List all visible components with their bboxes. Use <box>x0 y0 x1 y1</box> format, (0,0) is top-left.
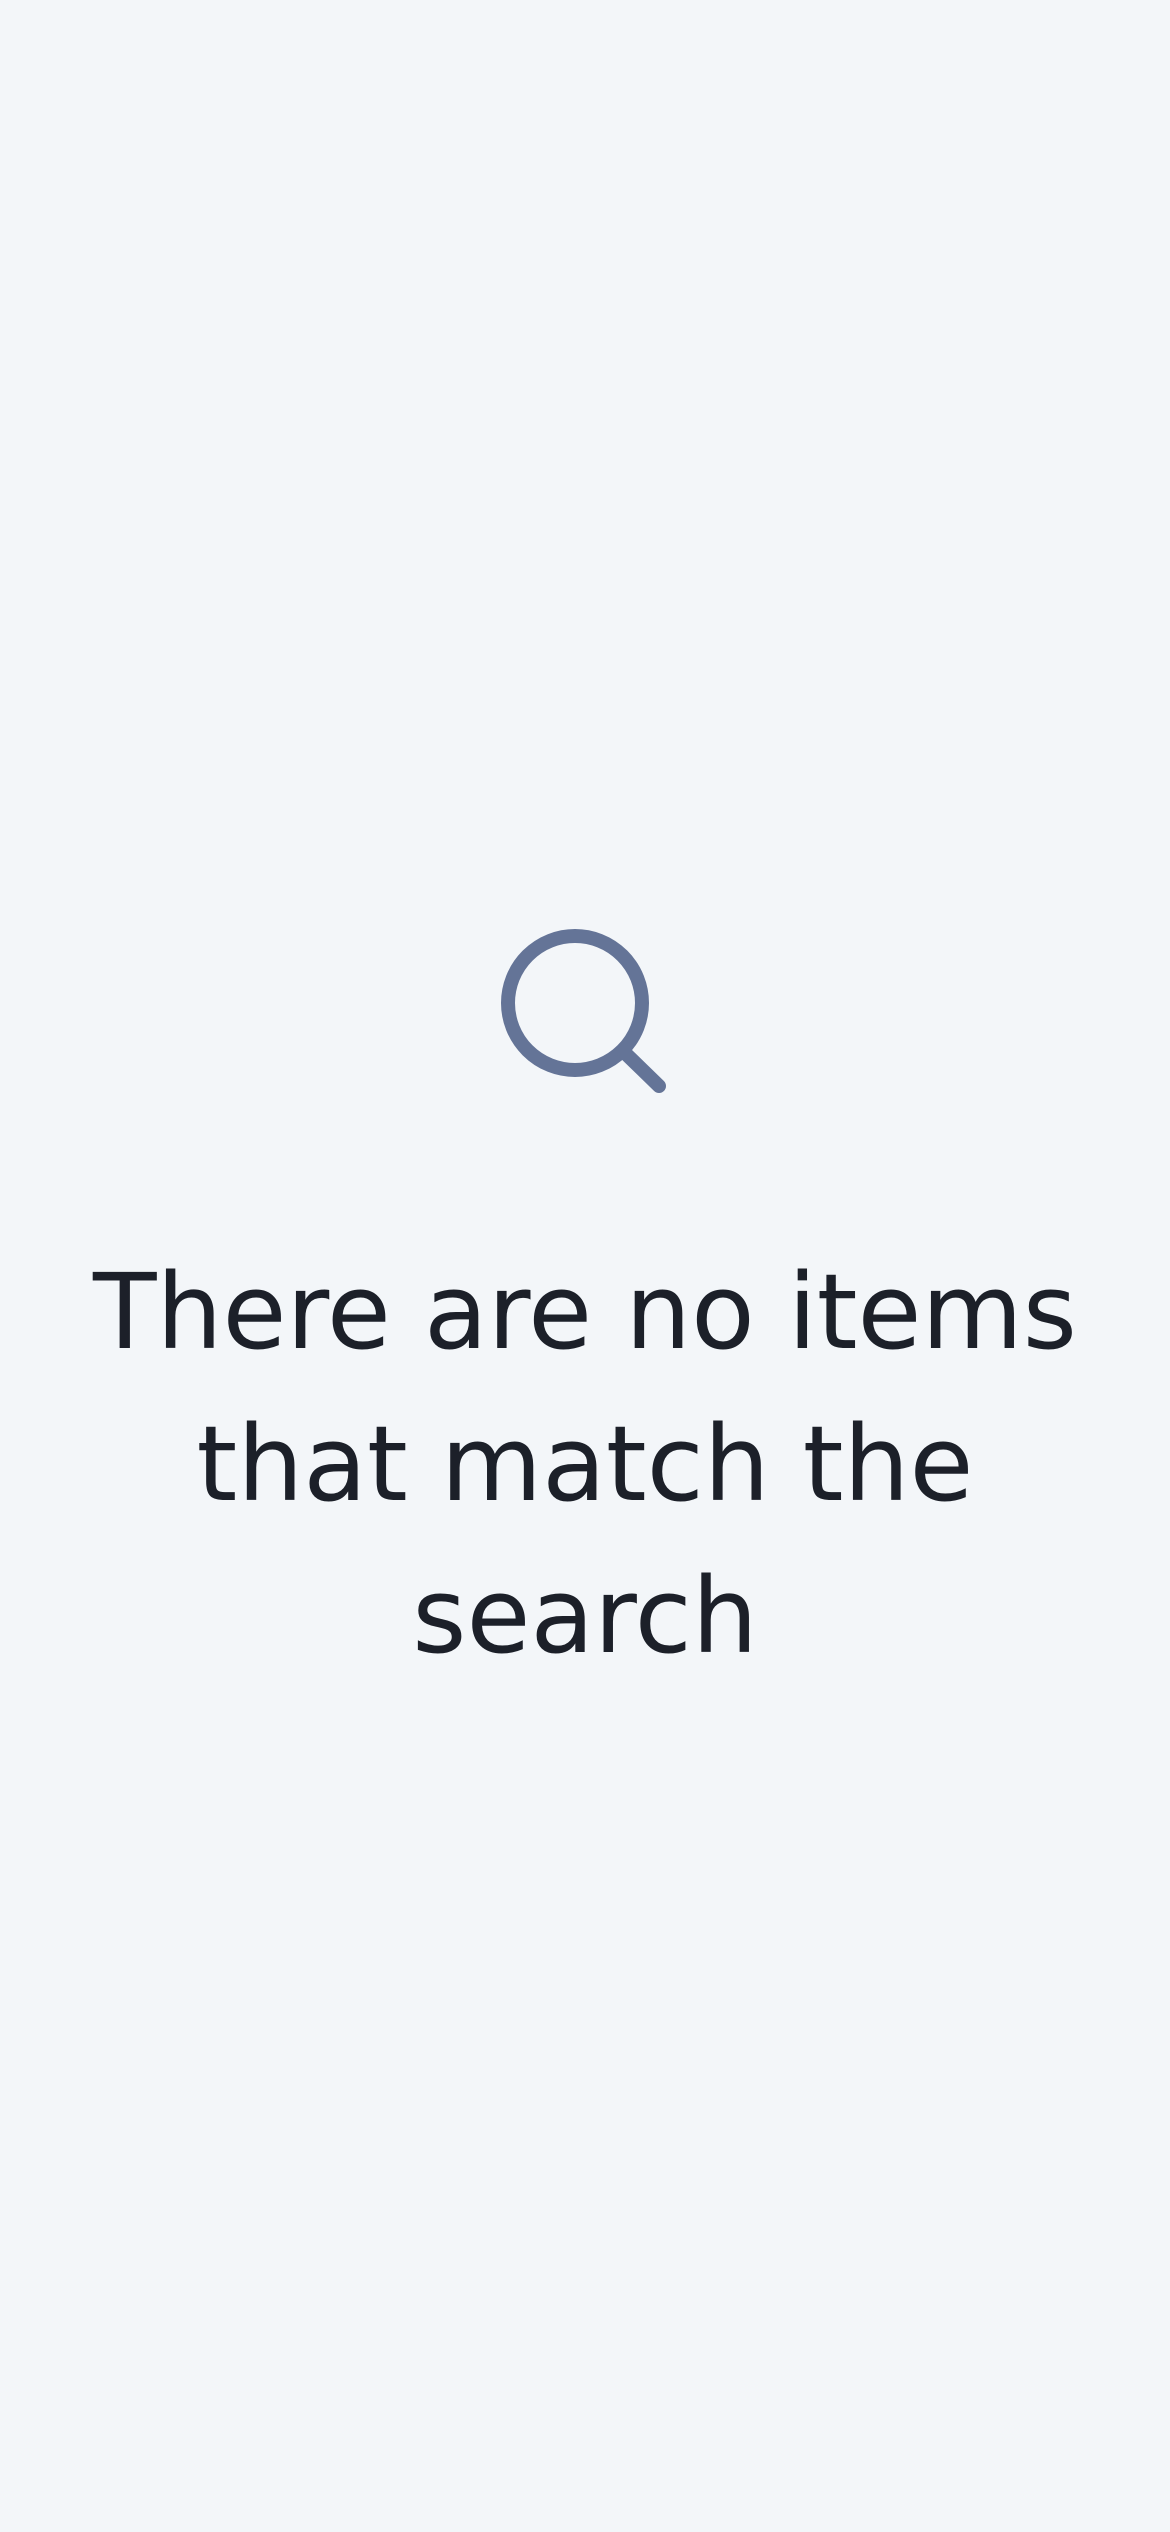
search-icon <box>496 924 672 1100</box>
empty-search-results: There are no items that match the search <box>0 0 1170 2532</box>
empty-state-message: There are no items that match the search <box>93 1251 1077 1677</box>
